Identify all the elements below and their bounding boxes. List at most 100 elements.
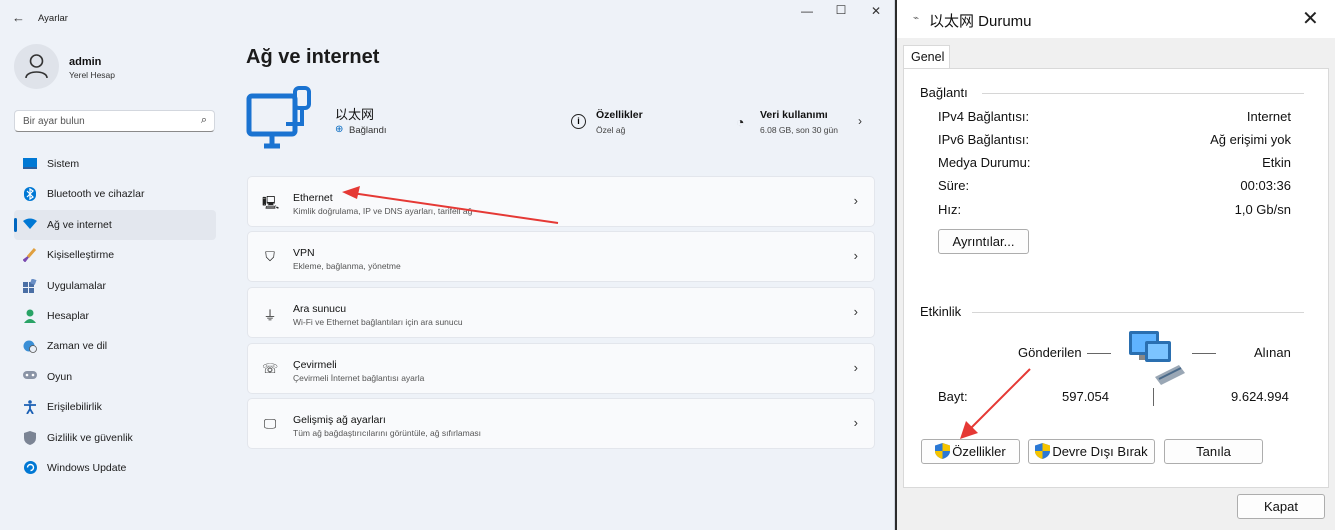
sidebar-item-accounts[interactable]: Hesaplar bbox=[14, 301, 216, 331]
card-subtitle: Kimlik doğrulama, IP ve DNS ayarları, ta… bbox=[293, 206, 473, 216]
diagnose-button[interactable]: Tanıla bbox=[1164, 439, 1263, 464]
properties-label: Özellikler bbox=[952, 444, 1006, 459]
brush-icon bbox=[22, 248, 37, 263]
globe-clock-icon bbox=[23, 339, 37, 354]
bytes-sent: 597.054 bbox=[1062, 389, 1109, 404]
network-cable-icon: ⌁ bbox=[913, 13, 920, 24]
sidebar-item-accessibility[interactable]: Erişilebilirlik bbox=[14, 392, 216, 422]
speed-label: Hız: bbox=[938, 202, 962, 217]
apps-icon bbox=[23, 277, 37, 293]
settings-window: ← Ayarlar — ☐ ✕ admin Yerel Hesap Bir ay… bbox=[0, 0, 895, 530]
card-subtitle: Tüm ağ bağdaştırıcılarını görüntüle, ağ … bbox=[293, 428, 482, 438]
card-vpn[interactable]: ⛉ VPN Ekleme, bağlanma, yönetme › bbox=[247, 231, 875, 282]
system-icon bbox=[23, 157, 37, 171]
card-subtitle: Ekleme, bağlanma, yönetme bbox=[293, 261, 401, 271]
person-icon bbox=[23, 309, 37, 323]
media-state-label: Medya Durumu: bbox=[938, 155, 1031, 170]
chevron-right-icon[interactable]: › bbox=[858, 114, 862, 128]
card-advanced-network[interactable]: 🖵 Gelişmiş ağ ayarları Tüm ağ bağdaştırı… bbox=[247, 398, 875, 449]
group-divider bbox=[982, 93, 1304, 94]
details-button[interactable]: Ayrıntılar... bbox=[938, 229, 1029, 254]
sidebar-item-bluetooth[interactable]: Bluetooth ve cihazlar bbox=[14, 179, 216, 209]
ipv4-value: Internet bbox=[1246, 109, 1291, 124]
disable-button[interactable]: Devre Dışı Bırak bbox=[1028, 439, 1155, 464]
sidebar-item-time-language[interactable]: Zaman ve dil bbox=[14, 331, 216, 361]
ethernet-status-dialog: ⌁ 以太网 Durumu ✕ Genel Bağlantı IPv4 Bağla… bbox=[897, 0, 1335, 530]
sidebar-item-label: Zaman ve dil bbox=[47, 340, 108, 353]
ethernet-icon: 🖳 bbox=[262, 195, 280, 210]
properties-link[interactable]: Özellikler bbox=[596, 109, 643, 121]
card-title: VPN bbox=[293, 247, 315, 259]
dialog-close-icon[interactable]: ✕ bbox=[1302, 6, 1319, 31]
group-divider bbox=[972, 312, 1304, 313]
received-dash bbox=[1192, 353, 1216, 354]
card-ethernet[interactable]: 🖳 Ethernet Kimlik doğrulama, IP ve DNS a… bbox=[247, 176, 875, 227]
search-icon[interactable]: ⌕ bbox=[201, 114, 207, 127]
chevron-right-icon: › bbox=[853, 360, 858, 375]
accessibility-icon bbox=[23, 400, 37, 415]
sidebar-item-personalization[interactable]: Kişiselleştirme bbox=[14, 240, 216, 270]
gamepad-icon bbox=[23, 370, 37, 384]
chevron-right-icon: › bbox=[853, 415, 858, 430]
card-subtitle: Çevirmeli İnternet bağlantısı ayarla bbox=[293, 373, 425, 383]
data-usage-link[interactable]: Veri kullanımı bbox=[760, 109, 828, 121]
sidebar-item-label: Gizlilik ve güvenlik bbox=[47, 431, 133, 444]
network-activity-icon bbox=[1129, 331, 1185, 385]
uac-shield-icon bbox=[935, 443, 951, 459]
dialog-title-bar: ⌁ 以太网 Durumu ✕ bbox=[897, 0, 1335, 38]
ethernet-monitor-icon bbox=[246, 86, 311, 149]
search-placeholder: Bir ayar bulun bbox=[23, 116, 85, 127]
network-type: Özel ağ bbox=[596, 125, 626, 135]
info-icon[interactable]: i bbox=[571, 114, 586, 129]
sidebar-item-label: Sistem bbox=[47, 158, 80, 170]
vpn-shield-icon: ⛉ bbox=[265, 249, 275, 264]
sidebar-item-gaming[interactable]: Oyun bbox=[14, 362, 216, 392]
received-label: Alınan bbox=[1254, 345, 1291, 360]
properties-button[interactable]: Özellikler bbox=[921, 439, 1020, 464]
globe-icon: ⊕ bbox=[335, 124, 344, 135]
disable-label: Devre Dışı Bırak bbox=[1052, 444, 1148, 459]
close-dialog-button[interactable]: Kapat bbox=[1237, 494, 1325, 519]
media-state-value: Etkin bbox=[1262, 155, 1291, 170]
sidebar-item-network[interactable]: Ağ ve internet bbox=[14, 209, 216, 241]
tab-general[interactable]: Genel bbox=[903, 45, 950, 69]
data-usage-icon[interactable]: ◔ bbox=[736, 114, 744, 130]
user-profile[interactable]: admin Yerel Hesap bbox=[14, 44, 214, 90]
user-name: admin bbox=[69, 56, 102, 68]
sidebar-item-label: Bluetooth ve cihazlar bbox=[47, 188, 145, 201]
general-panel bbox=[903, 68, 1329, 488]
sidebar-item-label: Hesaplar bbox=[47, 309, 90, 322]
activity-divider bbox=[1153, 388, 1154, 406]
card-title: Ara sunucu bbox=[293, 303, 347, 315]
back-arrow-icon[interactable]: ← bbox=[12, 10, 25, 25]
card-title: Ethernet bbox=[293, 192, 333, 204]
network-summary: 以太网 ⊕ Bağlandı i Özellikler Özel ağ ◔ Ve… bbox=[246, 84, 876, 158]
sidebar-item-label: Ağ ve internet bbox=[47, 218, 112, 231]
minimize-button[interactable]: — bbox=[793, 4, 821, 18]
dialog-title: 以太网 Durumu bbox=[929, 13, 1032, 30]
settings-search-input[interactable]: Bir ayar bulun ⌕ bbox=[14, 110, 215, 132]
duration-value: 00:03:36 bbox=[1240, 178, 1291, 193]
sidebar-item-apps[interactable]: Uygulamalar bbox=[14, 271, 216, 301]
sidebar-item-windows-update[interactable]: Windows Update bbox=[14, 453, 216, 483]
speed-value: 1,0 Gb/sn bbox=[1234, 202, 1291, 217]
card-proxy[interactable]: ⏚ Ara sunucu Wi-Fi ve Ethernet bağlantıl… bbox=[247, 287, 875, 338]
card-title: Çevirmeli bbox=[293, 359, 337, 371]
network-name: 以太网 bbox=[335, 107, 375, 122]
sidebar-item-privacy[interactable]: Gizlilik ve güvenlik bbox=[14, 423, 216, 453]
sidebar-item-sistem[interactable]: Sistem bbox=[14, 149, 216, 179]
update-icon bbox=[23, 460, 37, 475]
maximize-button[interactable]: ☐ bbox=[827, 3, 855, 17]
tab-label: Genel bbox=[911, 50, 945, 64]
page-title: Ağ ve internet bbox=[246, 46, 380, 68]
card-dialup[interactable]: ☏ Çevirmeli Çevirmeli İnternet bağlantıs… bbox=[247, 343, 875, 394]
sidebar-item-label: Erişilebilirlik bbox=[47, 401, 102, 414]
sent-dash bbox=[1087, 353, 1111, 354]
duration-label: Süre: bbox=[938, 178, 970, 193]
account-type: Yerel Hesap bbox=[69, 70, 115, 80]
app-title: Ayarlar bbox=[38, 13, 68, 24]
dialup-icon: ☏ bbox=[262, 361, 279, 376]
bluetooth-icon bbox=[23, 187, 37, 202]
close-button[interactable]: ✕ bbox=[862, 4, 890, 18]
bytes-received: 9.624.994 bbox=[1231, 389, 1289, 404]
